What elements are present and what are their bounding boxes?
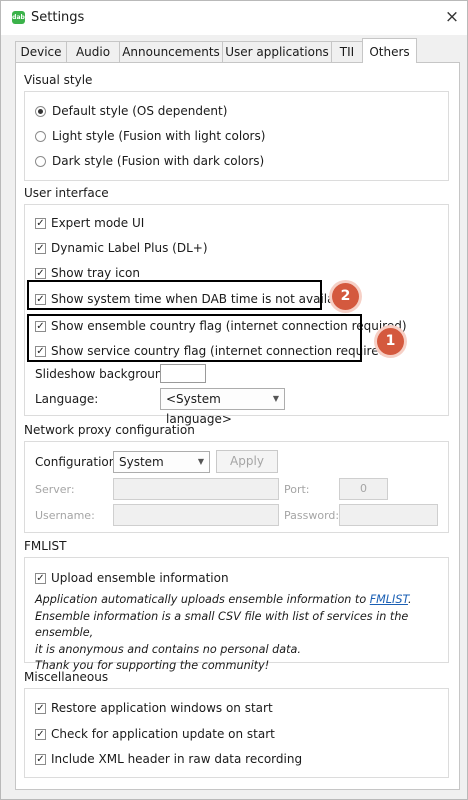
slideshow-color-swatch[interactable]: [160, 364, 206, 383]
port-input[interactable]: 0: [339, 478, 388, 500]
radio-light-style[interactable]: Light style (Fusion with light colors): [35, 127, 265, 145]
proxy-group: Configuration: System ▼ Apply Server: Po…: [24, 441, 449, 533]
user-interface-group: ✓ Expert mode UI ✓ Dynamic Label Plus (D…: [24, 204, 449, 426]
tab-announcements[interactable]: Announcements: [119, 41, 223, 62]
dl-plus-label: Dynamic Label Plus (DL+): [51, 241, 208, 255]
annotation-badge-2: 2: [332, 283, 359, 310]
proxy-configuration-value: System: [119, 455, 164, 469]
visual-style-group: Default style (OS dependent) Light style…: [24, 91, 449, 181]
user-interface-title: User interface: [24, 186, 109, 200]
check-expert-mode[interactable]: ✓ Expert mode UI: [35, 214, 144, 232]
miscellaneous-group: ✓ Restore application windows on start ✓…: [24, 688, 449, 778]
checkbox-dl-plus[interactable]: ✓: [35, 242, 46, 254]
server-label: Server:: [35, 483, 75, 496]
visual-style-title: Visual style: [24, 73, 93, 87]
tab-audio[interactable]: Audio: [66, 41, 120, 62]
checkbox-upload-ensemble[interactable]: ✓: [35, 572, 46, 584]
check-xml-header[interactable]: ✓ Include XML header in raw data recordi…: [35, 750, 302, 768]
annotation-badge-1: 1: [377, 328, 404, 355]
fmlist-group: ✓ Upload ensemble information Applicatio…: [24, 557, 449, 672]
check-upload-ensemble[interactable]: ✓ Upload ensemble information: [35, 569, 229, 587]
fmlist-description-line1: Application automatically uploads ensemb…: [35, 592, 445, 609]
tab-others[interactable]: Others: [362, 38, 417, 63]
checkbox-tray-icon[interactable]: ✓: [35, 267, 46, 279]
slideshow-background-label: Slideshow background:: [35, 367, 175, 381]
checkbox-expert-mode[interactable]: ✓: [35, 217, 46, 229]
language-value: <System language>: [166, 392, 232, 426]
password-input[interactable]: [339, 504, 438, 526]
miscellaneous-title: Miscellaneous: [24, 670, 109, 684]
check-restore-windows[interactable]: ✓ Restore application windows on start: [35, 699, 273, 717]
checkbox-restore-windows[interactable]: ✓: [35, 702, 46, 714]
fmlist-title: FMLIST: [24, 539, 67, 553]
radio-dark-indicator[interactable]: [35, 155, 46, 167]
chevron-down-icon: ▼: [197, 457, 204, 466]
app-icon: dab: [12, 11, 25, 24]
language-dropdown[interactable]: <System language> ▼: [160, 388, 285, 426]
fmlist-description: Application automatically uploads ensemb…: [35, 592, 445, 675]
checkbox-update-on-start[interactable]: ✓: [35, 728, 46, 740]
password-label: Password:: [284, 509, 340, 522]
configuration-label: Configuration:: [35, 455, 121, 469]
check-update-on-start[interactable]: ✓ Check for application update on start: [35, 725, 275, 743]
close-icon[interactable]: ×: [441, 6, 463, 28]
check-dl-plus[interactable]: ✓ Dynamic Label Plus (DL+): [35, 239, 208, 257]
checkbox-xml-header[interactable]: ✓: [35, 753, 46, 765]
radio-light-label: Light style (Fusion with light colors): [52, 129, 266, 143]
expert-mode-label: Expert mode UI: [51, 216, 145, 230]
radio-dark-style[interactable]: Dark style (Fusion with dark colors): [35, 152, 264, 170]
username-input[interactable]: [113, 504, 279, 526]
restore-windows-label: Restore application windows on start: [51, 701, 273, 715]
fmlist-link[interactable]: FMLIST: [370, 593, 408, 606]
radio-dark-label: Dark style (Fusion with dark colors): [52, 154, 265, 168]
update-on-start-label: Check for application update on start: [51, 727, 275, 741]
chevron-down-icon: ▼: [272, 394, 279, 403]
upload-ensemble-label: Upload ensemble information: [51, 571, 229, 585]
fmlist-description-text: Application automatically uploads ensemb…: [35, 593, 370, 606]
tray-icon-label: Show tray icon: [51, 266, 140, 280]
server-input[interactable]: [113, 478, 279, 500]
radio-default-indicator[interactable]: [35, 105, 46, 117]
language-label: Language:: [35, 392, 99, 406]
fmlist-description-line3: it is anonymous and contains no personal…: [35, 642, 301, 656]
tab-device[interactable]: Device: [15, 41, 67, 62]
radio-default-label: Default style (OS dependent): [52, 104, 228, 118]
window-title: Settings: [31, 10, 85, 25]
title-bar: dab Settings ×: [1, 1, 467, 35]
fmlist-description-line2: Ensemble information is a small CSV file…: [35, 609, 409, 640]
port-label: Port:: [284, 483, 310, 496]
proxy-configuration-dropdown[interactable]: System ▼: [113, 451, 210, 473]
highlight-box-2: [27, 280, 322, 310]
apply-button[interactable]: Apply: [216, 450, 278, 473]
proxy-title: Network proxy configuration: [24, 423, 195, 437]
radio-light-indicator[interactable]: [35, 130, 46, 142]
fmlist-description-period: .: [407, 593, 412, 606]
xml-header-label: Include XML header in raw data recording: [51, 752, 303, 766]
highlight-box-1: [27, 314, 362, 362]
username-label: Username:: [35, 509, 95, 522]
radio-default-style[interactable]: Default style (OS dependent): [35, 102, 227, 120]
tab-user-applications[interactable]: User applications: [222, 41, 332, 62]
settings-window: dab Settings × Device Audio Announcement…: [0, 0, 468, 800]
tab-tii[interactable]: TII: [331, 41, 363, 62]
others-panel: Visual style Default style (OS dependent…: [15, 62, 460, 790]
